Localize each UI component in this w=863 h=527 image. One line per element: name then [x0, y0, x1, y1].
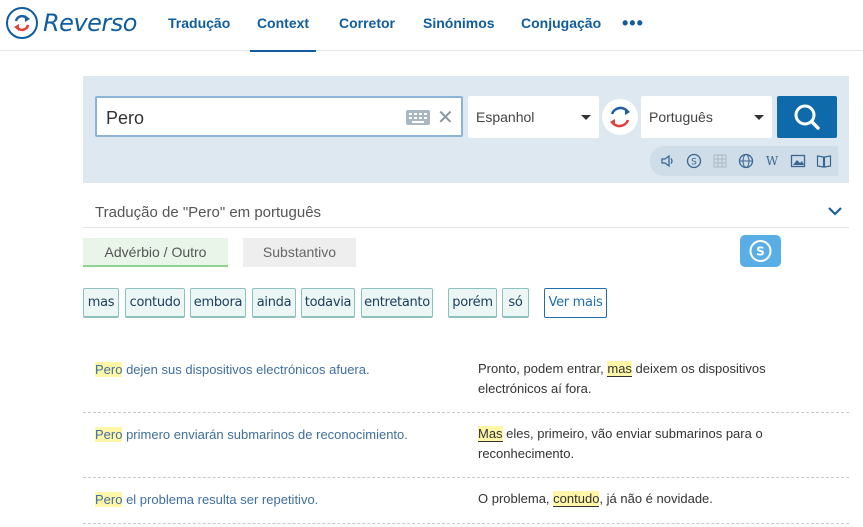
nav-sinonimos[interactable]: Sinónimos [423, 15, 495, 52]
logo-text: Reverso [43, 9, 137, 37]
keyboard-icon[interactable] [406, 110, 430, 125]
swap-languages-button[interactable] [602, 99, 638, 135]
source-language-value: Espanhol [476, 109, 535, 125]
target-text-pre: O problema, [478, 491, 554, 506]
example-target[interactable]: Pronto, podem entrar, mas deixem os disp… [478, 359, 828, 399]
chevron-down-icon[interactable] [827, 204, 843, 222]
source-text: dejen sus dispositivos electrónicos afue… [122, 362, 370, 377]
search-query: Pero [106, 108, 145, 128]
image-icon[interactable] [790, 153, 806, 169]
translation-chip-porem[interactable]: porém [448, 288, 497, 318]
translation-header[interactable]: Tradução de "Pero" em português [83, 196, 849, 228]
target-highlight: contudo [553, 491, 600, 507]
example-row: Pero dejen sus dispositivos electrónicos… [83, 346, 849, 413]
example-row: Pero primero enviarán submarinos de reco… [83, 413, 849, 478]
pos-tab-noun[interactable]: Substantivo [243, 238, 356, 267]
nav-corretor[interactable]: Corretor [339, 15, 395, 52]
swap-icon [610, 106, 630, 128]
nav-traducao[interactable]: Tradução [168, 15, 230, 52]
translation-chip-contudo[interactable]: contudo [125, 288, 185, 318]
source-language-select[interactable]: Espanhol [468, 96, 599, 138]
synonyms-sticker-icon[interactable]: S [740, 235, 781, 267]
target-text-post: , já não é novidade. [599, 491, 713, 506]
chevron-down-icon [754, 115, 764, 120]
example-source[interactable]: Pero primero enviarán submarinos de reco… [95, 427, 408, 442]
translation-chip-todavia[interactable]: todavia [301, 288, 355, 318]
globe-icon[interactable] [738, 153, 754, 169]
target-text-pre: Pronto, podem entrar, [478, 361, 608, 376]
synonyms-icon[interactable]: S [686, 153, 702, 169]
example-source[interactable]: Pero dejen sus dispositivos electrónicos… [95, 362, 370, 377]
example-row: Pero el problema resulta ser repetitivo.… [83, 478, 849, 524]
target-highlight: mas [607, 361, 632, 377]
target-language-value: Português [649, 109, 713, 125]
reverso-logo[interactable]: Reverso [6, 7, 137, 39]
reverso-logo-icon [6, 7, 38, 39]
svg-text:S: S [691, 158, 697, 168]
source-highlight: Pero [95, 362, 123, 377]
see-more-button[interactable]: Ver mais [544, 288, 607, 318]
book-icon[interactable] [816, 153, 832, 169]
target-text-post: eles, primeiro, vão enviar submarinos pa… [478, 426, 763, 461]
translation-chip-so[interactable]: só [502, 288, 529, 318]
source-highlight: Pero [95, 427, 123, 442]
translation-chip-mas[interactable]: mas [83, 288, 119, 318]
search-panel: Pero ✕ Espanhol Português S W [83, 76, 849, 183]
tools-bar: S W [650, 146, 838, 176]
translation-title: Tradução de "Pero" em português [95, 204, 322, 221]
chevron-down-icon [581, 115, 591, 120]
source-highlight: Pero [95, 492, 123, 507]
search-button[interactable] [777, 96, 837, 138]
top-navigation: Reverso Tradução Context Corretor Sinóni… [0, 0, 863, 52]
speaker-icon[interactable] [660, 153, 676, 169]
target-language-select[interactable]: Português [641, 96, 772, 138]
pos-tab-adverb[interactable]: Advérbio / Outro [83, 238, 228, 267]
source-text: el problema resulta ser repetitivo. [122, 492, 319, 507]
search-icon [794, 104, 820, 130]
translation-chip-embora[interactable]: embora [190, 288, 246, 318]
translation-chip-entretanto[interactable]: entretanto [361, 288, 433, 318]
wikipedia-icon[interactable]: W [764, 153, 780, 169]
example-source[interactable]: Pero el problema resulta ser repetitivo. [95, 492, 318, 507]
clear-icon[interactable]: ✕ [437, 105, 454, 130]
nav-conjugacao[interactable]: Conjugação [521, 15, 601, 52]
grid-icon [712, 153, 728, 169]
svg-text:S: S [756, 245, 765, 259]
target-highlight: Mas [478, 426, 503, 442]
search-input[interactable]: Pero ✕ [95, 96, 463, 137]
source-text: primero enviarán submarinos de reconocim… [122, 427, 408, 442]
example-target[interactable]: O problema, contudo, já não é novidade. [478, 489, 828, 509]
nav-context[interactable]: Context [250, 15, 316, 52]
translation-chip-ainda[interactable]: ainda [252, 288, 296, 318]
example-target[interactable]: Mas eles, primeiro, vão enviar submarino… [478, 424, 828, 464]
more-menu-icon[interactable]: ••• [622, 13, 644, 34]
